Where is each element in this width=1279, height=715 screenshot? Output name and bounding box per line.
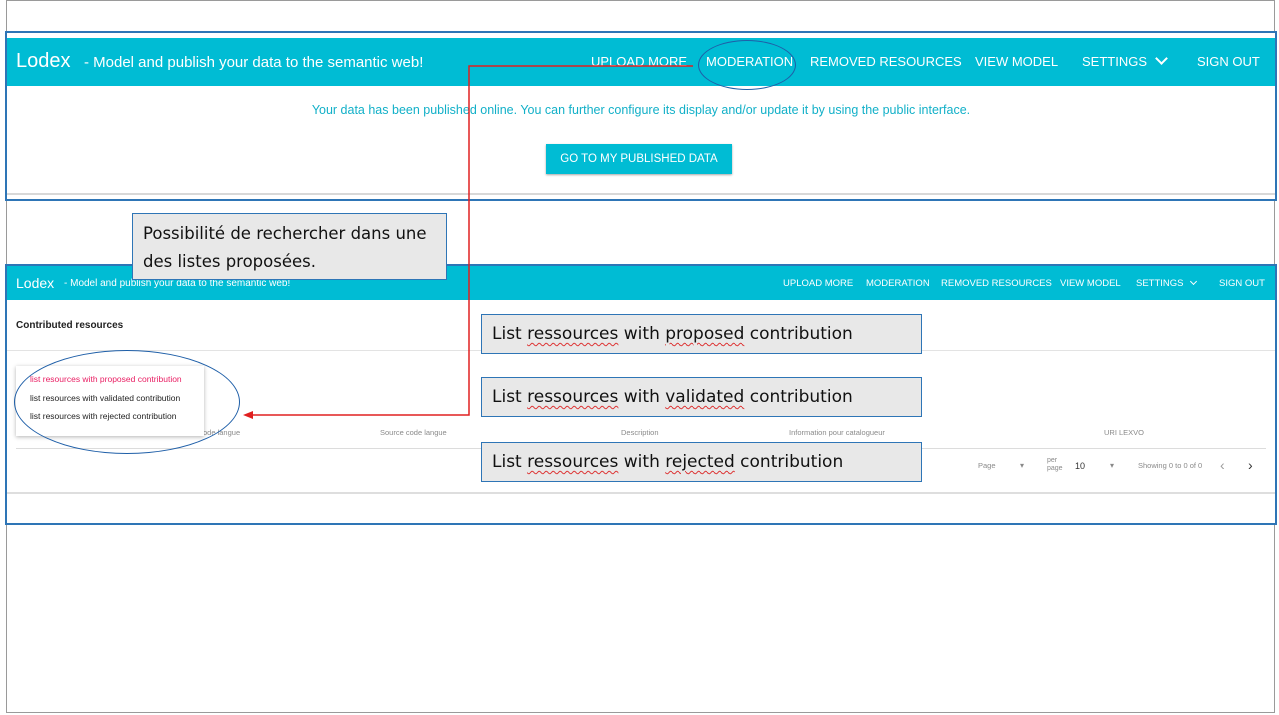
- callout-text: contribution: [744, 387, 853, 407]
- callout-text: contribution: [734, 452, 844, 472]
- proposed-callout: List ressources with proposed contributi…: [481, 314, 922, 354]
- annotation-arrow: [243, 65, 693, 419]
- callout-text: with: [618, 324, 666, 344]
- rejected-callout: List ressources with rejected contributi…: [481, 442, 922, 482]
- callout-text: contribution: [744, 324, 853, 344]
- search-note-callout: Possibilité de rechercher dans une des l…: [132, 213, 447, 280]
- callout-text: ressources: [527, 324, 619, 344]
- callout-text: List: [492, 387, 528, 407]
- callout-text: List: [492, 452, 528, 472]
- callout-text: validated: [665, 387, 745, 407]
- validated-callout: List ressources with validated contribut…: [481, 377, 922, 417]
- callout-text: ressources: [527, 387, 619, 407]
- callout-text: rejected: [665, 452, 735, 472]
- callout-text: List: [492, 324, 528, 344]
- callout-text: ressources: [527, 452, 619, 472]
- callout-text: with: [618, 452, 666, 472]
- callout-text: proposed: [665, 324, 745, 344]
- callout-text: with: [618, 387, 666, 407]
